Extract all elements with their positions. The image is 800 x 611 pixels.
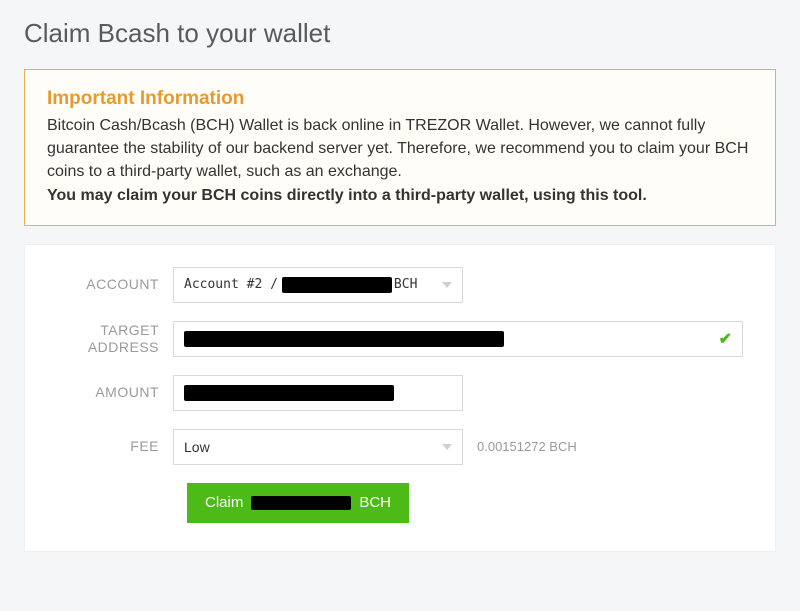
target-address-input[interactable]: ✔	[173, 321, 743, 357]
account-prefix: Account #2 /	[184, 277, 278, 292]
claim-button-suffix: BCH	[359, 494, 391, 511]
fee-display: 0.00151272 BCH	[477, 439, 577, 454]
claim-button-prefix: Claim	[205, 494, 243, 511]
notice-title: Important Information	[47, 88, 753, 110]
target-address-redacted	[184, 331, 504, 347]
amount-redacted	[184, 385, 394, 401]
claim-button[interactable]: Claim BCH	[187, 483, 409, 523]
amount-input[interactable]	[173, 375, 463, 411]
fee-select[interactable]: Low	[173, 429, 463, 465]
important-notice: Important Information Bitcoin Cash/Bcash…	[24, 69, 776, 226]
amount-label: AMOUNT	[53, 384, 173, 401]
chevron-down-icon	[442, 282, 452, 288]
account-redacted	[282, 277, 392, 293]
fee-selected: Low	[184, 439, 210, 455]
claim-amount-redacted	[251, 496, 351, 510]
target-address-label: TARGET ADDRESS	[53, 322, 173, 356]
notice-text-1: Bitcoin Cash/Bcash (BCH) Wallet is back …	[47, 117, 748, 180]
chevron-down-icon	[442, 444, 452, 450]
page-title: Claim Bcash to your wallet	[24, 18, 776, 49]
notice-body: Bitcoin Cash/Bcash (BCH) Wallet is back …	[47, 114, 753, 207]
account-label: ACCOUNT	[53, 276, 173, 293]
notice-text-bold: You may claim your BCH coins directly in…	[47, 187, 647, 204]
check-icon: ✔	[719, 329, 732, 349]
fee-label: FEE	[53, 438, 173, 455]
account-select[interactable]: Account #2 / BCH	[173, 267, 463, 303]
claim-form: ACCOUNT Account #2 / BCH TARGET ADDRESS …	[24, 244, 776, 552]
account-suffix: BCH	[394, 277, 417, 292]
